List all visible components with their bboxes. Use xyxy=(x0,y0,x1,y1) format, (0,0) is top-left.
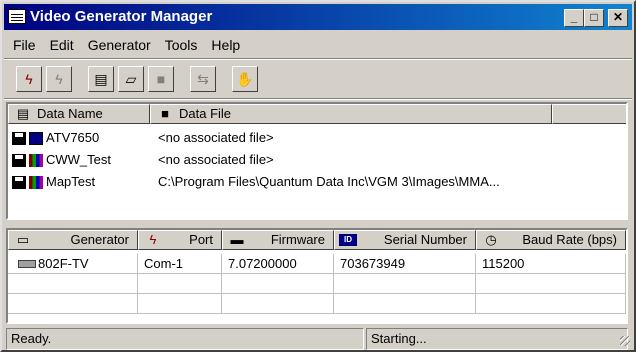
disk-icon xyxy=(12,154,26,168)
empty-cell xyxy=(8,274,138,294)
generator-device-icon xyxy=(18,260,36,268)
disk-icon: ■ xyxy=(161,106,169,121)
empty-cell xyxy=(476,294,626,314)
open-folder-icon[interactable]: ▱ xyxy=(118,66,144,92)
plug-disconnect-icon[interactable]: ϟ xyxy=(46,66,72,92)
window-title: Video Generator Manager xyxy=(30,8,213,25)
toolbar-separator xyxy=(4,98,632,100)
menu-help[interactable]: Help xyxy=(204,34,247,56)
empty-cell xyxy=(334,294,476,314)
menu-generator[interactable]: Generator xyxy=(81,34,158,56)
colorbars-icon xyxy=(29,154,43,168)
status-text: Ready. xyxy=(6,328,364,350)
new-document-icon[interactable]: ▤ xyxy=(88,66,114,92)
minimize-button[interactable]: _ xyxy=(564,9,584,27)
col-filler xyxy=(552,104,626,124)
col-firmware[interactable]: ▬ Firmware xyxy=(222,230,334,250)
save-disk-icon[interactable]: ■ xyxy=(148,66,174,92)
generator-list[interactable]: ▭ Generator ϟ Port ▬ Firmware ID Serial Numb… xyxy=(6,228,628,324)
empty-cell xyxy=(476,274,626,294)
status-progress-text: Starting... xyxy=(366,328,628,350)
col-data-file[interactable]: ■ Data File xyxy=(150,104,552,124)
toolbar: ϟ ϟ ▤ ▱ ■ ⇆ ✋ xyxy=(16,66,262,94)
maximize-button[interactable]: □ xyxy=(584,9,604,27)
empty-cell xyxy=(138,274,222,294)
chip-icon: ▬ xyxy=(230,232,244,247)
empty-cell xyxy=(334,274,476,294)
plug-connect-icon[interactable]: ϟ xyxy=(16,66,42,92)
list-item[interactable]: CWW_Test xyxy=(12,150,111,170)
firmware-cell: 7.07200000 xyxy=(222,254,334,274)
hand-icon[interactable]: ✋ xyxy=(232,66,258,92)
disk-icon xyxy=(12,176,26,190)
baud-cell: 115200 xyxy=(476,254,626,274)
transfer-icon[interactable]: ⇆ xyxy=(190,66,216,92)
port-cell: Com-1 xyxy=(138,254,222,274)
menu-file[interactable]: File xyxy=(6,34,43,56)
disk-icon xyxy=(12,132,26,146)
table-row[interactable]: 802F-TV xyxy=(8,254,138,274)
generator-icon: ▭ xyxy=(16,232,30,247)
empty-cell xyxy=(8,294,138,314)
col-generator[interactable]: ▭ Generator xyxy=(8,230,138,250)
data-file-value: <no associated file> xyxy=(158,152,274,167)
empty-cell xyxy=(222,294,334,314)
clock-icon: ◷ xyxy=(485,232,497,247)
empty-cell xyxy=(222,274,334,294)
id-badge-icon: ID xyxy=(339,234,357,246)
monitor-icon xyxy=(29,132,43,146)
menu-edit[interactable]: Edit xyxy=(43,34,81,56)
menu-separator xyxy=(4,58,632,60)
col-data-name[interactable]: ▤ Data Name xyxy=(8,104,150,124)
title-bar[interactable]: Video Generator Manager _ □ ✕ xyxy=(4,4,632,30)
list-item[interactable]: ATV7650 xyxy=(12,128,99,148)
plug-icon: ϟ xyxy=(149,232,157,247)
list-item[interactable]: MapTest xyxy=(12,172,95,192)
col-port[interactable]: ϟ Port xyxy=(138,230,222,250)
colorbars-icon xyxy=(29,176,43,190)
empty-cell xyxy=(138,294,222,314)
app-icon xyxy=(8,9,26,24)
close-button[interactable]: ✕ xyxy=(608,9,628,27)
data-list[interactable]: ▤ Data Name ■ Data File ATV7650 <no associ… xyxy=(6,102,628,220)
document-icon: ▤ xyxy=(16,106,30,121)
col-baud-rate[interactable]: ◷ Baud Rate (bps) xyxy=(476,230,626,250)
main-window: Video Generator Manager _ □ ✕ File Edit … xyxy=(0,0,636,352)
resize-grip[interactable] xyxy=(620,336,630,346)
data-file-value: C:\Program Files\Quantum Data Inc\VGM 3\… xyxy=(158,174,500,189)
menu-bar: File Edit Generator Tools Help xyxy=(6,34,247,56)
data-file-value: <no associated file> xyxy=(158,130,274,145)
menu-tools[interactable]: Tools xyxy=(158,34,205,56)
col-serial-number[interactable]: ID Serial Number xyxy=(334,230,476,250)
serial-cell: 703673949 xyxy=(334,254,476,274)
